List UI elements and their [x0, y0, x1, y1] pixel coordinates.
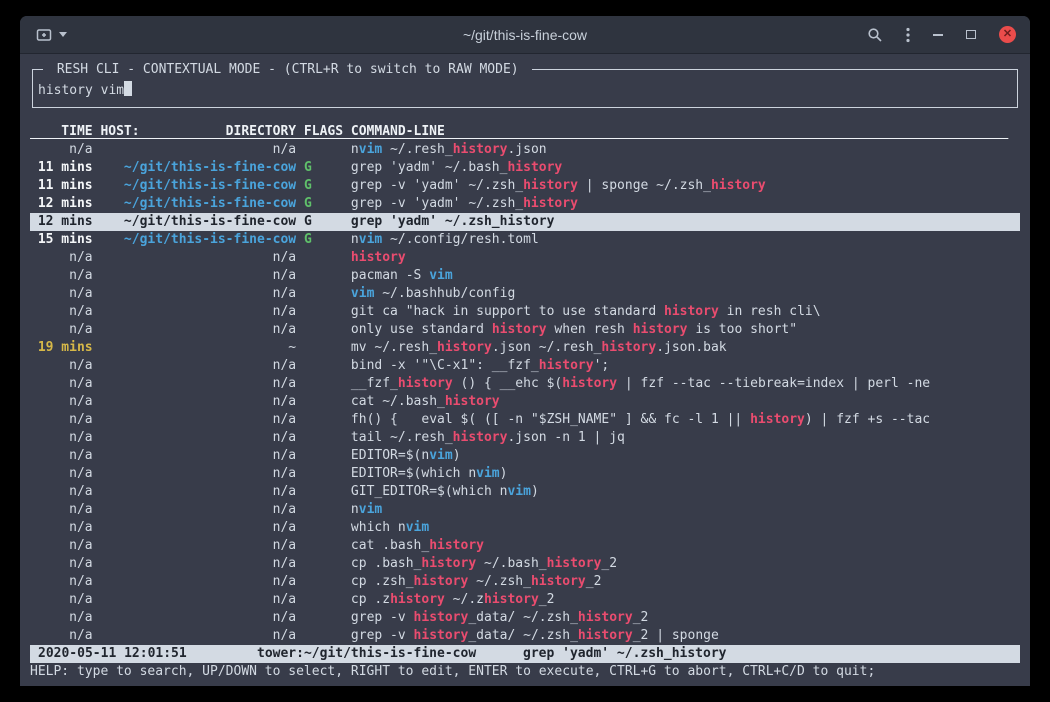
history-row[interactable]: n/a n/a nvim ~/.resh_history.json — [30, 141, 1020, 159]
history-row[interactable]: n/a n/a pacman -S vim — [30, 267, 1020, 285]
match-history: history — [414, 574, 469, 589]
history-row[interactable]: n/a n/a bind -x '"\C-x1": __fzf_history'… — [30, 357, 1020, 375]
match-history: history — [523, 178, 578, 193]
terminal-window: ~/git/this-is-fine-cow — [20, 16, 1030, 686]
match-history: history — [484, 592, 539, 607]
match-history: history — [492, 322, 547, 337]
restore-icon — [966, 30, 976, 39]
match-history: history — [414, 628, 469, 643]
history-row-selected[interactable]: 12 mins ~/git/this-is-fine-cow G grep 'y… — [30, 213, 1020, 231]
status-datetime: 2020-05-11 12:01:51 — [38, 645, 187, 663]
history-row[interactable]: n/a n/a grep -v history_data/ ~/.zsh_his… — [30, 609, 1020, 627]
match-history: history — [445, 394, 500, 409]
match-history: history — [429, 538, 484, 553]
match-vim: vim — [359, 142, 382, 157]
history-row[interactable]: n/a n/a fh() { eval $( ([ -n "$ZSH_NAME"… — [30, 411, 1020, 429]
minimize-button[interactable] — [933, 34, 943, 36]
history-row[interactable]: 11 mins ~/git/this-is-fine-cow G grep 'y… — [30, 159, 1020, 177]
match-history: history — [390, 592, 445, 607]
history-row[interactable]: 19 mins ~ mv ~/.resh_history.json ~/.res… — [30, 339, 1020, 357]
history-row[interactable]: n/a n/a EDITOR=$(which nvim) — [30, 465, 1020, 483]
match-history: history — [539, 358, 594, 373]
search-button[interactable] — [867, 27, 883, 43]
history-row[interactable]: 12 mins ~/git/this-is-fine-cow G grep -v… — [30, 195, 1020, 213]
new-terminal-button[interactable] — [36, 28, 67, 42]
terminal-content: RESH CLI - CONTEXTUAL MODE - (CTRL+R to … — [20, 54, 1030, 681]
match-history: history — [453, 142, 508, 157]
search-box[interactable]: RESH CLI - CONTEXTUAL MODE - (CTRL+R to … — [32, 69, 1018, 108]
match-history: history — [664, 304, 719, 319]
help-line: HELP: type to search, UP/DOWN to select,… — [30, 663, 1020, 681]
history-row[interactable]: 11 mins ~/git/this-is-fine-cow G grep -v… — [30, 177, 1020, 195]
kebab-menu-icon — [906, 27, 910, 43]
match-history: history — [578, 628, 633, 643]
match-history: history — [351, 250, 406, 265]
history-row[interactable]: n/a n/a cat .bash_history — [30, 537, 1020, 555]
match-history: history — [601, 340, 656, 355]
restore-button[interactable] — [966, 30, 976, 39]
match-vim: vim — [359, 232, 382, 247]
history-row[interactable]: n/a n/a git ca "hack in support to use s… — [30, 303, 1020, 321]
history-row[interactable]: n/a n/a __fzf_history () { __ehc $(histo… — [30, 375, 1020, 393]
match-history: history — [500, 214, 555, 229]
history-row[interactable]: n/a n/a cat ~/.bash_history — [30, 393, 1020, 411]
history-row[interactable]: n/a n/a EDITOR=$(nvim) — [30, 447, 1020, 465]
match-history: history — [547, 556, 602, 571]
history-row[interactable]: n/a n/a tail ~/.resh_history.json -n 1 |… — [30, 429, 1020, 447]
status-command: grep 'yadm' ~/.zsh_history — [523, 645, 727, 663]
close-button[interactable]: ✕ — [999, 26, 1016, 43]
table-header: TIME HOST: DIRECTORY FLAGS COMMAND-LINE — [30, 123, 1020, 141]
text-cursor — [124, 81, 132, 96]
search-icon — [867, 27, 883, 43]
menu-button[interactable] — [906, 27, 910, 43]
history-row[interactable]: n/a n/a GIT_EDITOR=$(which nvim) — [30, 483, 1020, 501]
match-vim: vim — [359, 502, 382, 517]
match-history: history — [578, 610, 633, 625]
history-row[interactable]: n/a n/a grep -v history_data/ ~/.zsh_his… — [30, 627, 1020, 645]
match-history: history — [562, 376, 617, 391]
status-location: tower:~/git/this-is-fine-cow — [257, 645, 476, 663]
match-history: history — [398, 376, 453, 391]
match-history: history — [453, 430, 508, 445]
history-row[interactable]: n/a n/a cp .zsh_history ~/.zsh_history_2 — [30, 573, 1020, 591]
match-history: history — [711, 178, 766, 193]
history-row[interactable]: n/a n/a nvim — [30, 501, 1020, 519]
chevron-down-icon — [59, 32, 67, 37]
match-vim: vim — [429, 268, 452, 283]
search-box-label: RESH CLI - CONTEXTUAL MODE - (CTRL+R to … — [43, 61, 532, 79]
history-row[interactable]: n/a n/a which nvim — [30, 519, 1020, 537]
match-history: history — [421, 556, 476, 571]
search-query: history vim — [38, 83, 124, 98]
match-vim: vim — [429, 448, 452, 463]
history-row[interactable]: n/a n/a cp .zhistory ~/.zhistory_2 — [30, 591, 1020, 609]
match-vim: vim — [476, 466, 499, 481]
match-history: history — [531, 574, 586, 589]
history-row[interactable]: 15 mins ~/git/this-is-fine-cow G nvim ~/… — [30, 231, 1020, 249]
history-row[interactable]: n/a n/a only use standard history when r… — [30, 321, 1020, 339]
match-history: history — [414, 610, 469, 625]
match-vim: vim — [351, 286, 374, 301]
history-row[interactable]: n/a n/a history — [30, 249, 1020, 267]
match-history: history — [633, 322, 688, 337]
history-row[interactable]: n/a n/a cp .bash_history ~/.bash_history… — [30, 555, 1020, 573]
minimize-icon — [933, 34, 943, 36]
titlebar[interactable]: ~/git/this-is-fine-cow — [20, 16, 1030, 54]
history-row[interactable]: n/a n/a vim ~/.bashhub/config — [30, 285, 1020, 303]
match-history: history — [750, 412, 805, 427]
history-rows: n/a n/a nvim ~/.resh_history.json 11 min… — [30, 141, 1020, 645]
match-history: history — [507, 160, 562, 175]
match-vim: vim — [406, 520, 429, 535]
match-history: history — [437, 340, 492, 355]
status-bar: 2020-05-11 12:01:51 tower:~/git/this-is-… — [30, 645, 1020, 663]
new-terminal-icon — [36, 28, 52, 42]
match-vim: vim — [507, 484, 530, 499]
match-history: history — [523, 196, 578, 211]
